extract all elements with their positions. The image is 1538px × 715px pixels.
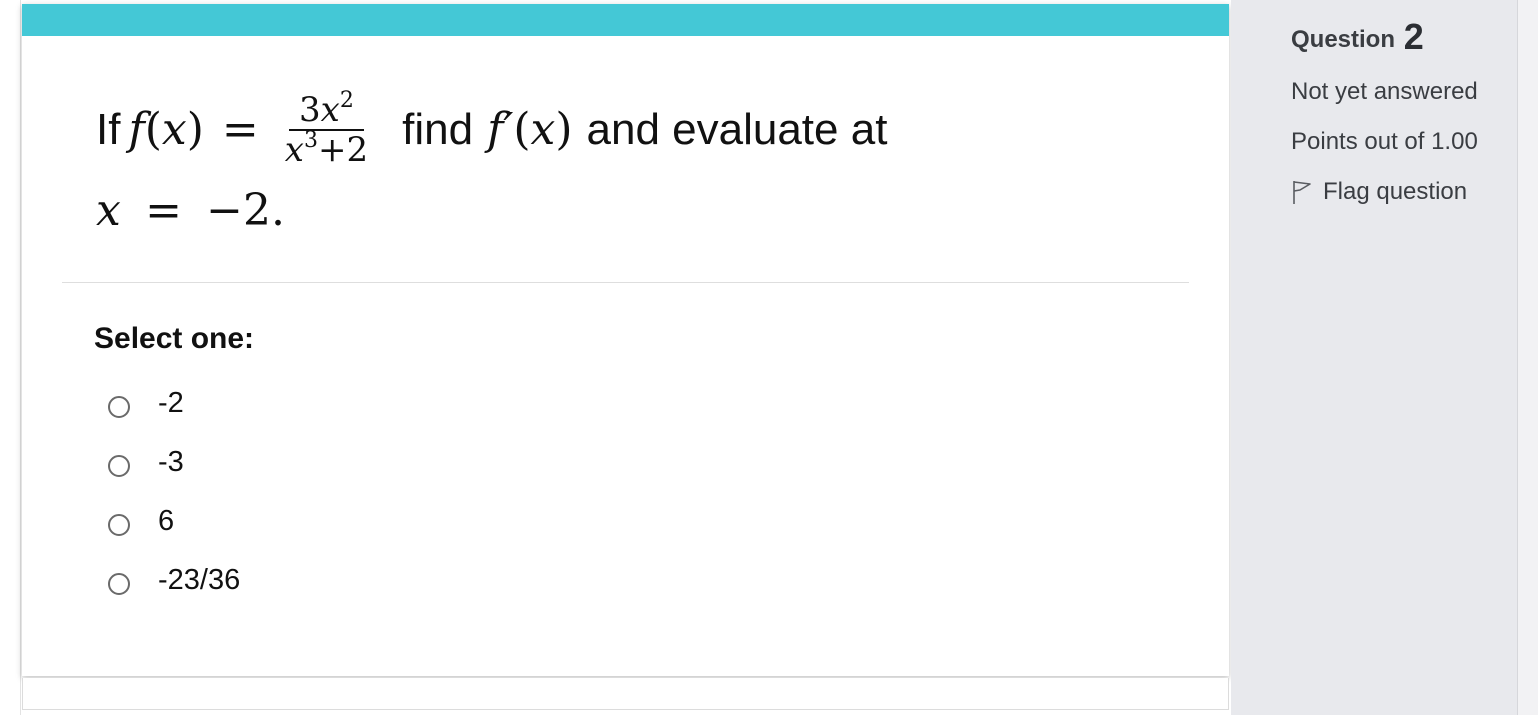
answer-option[interactable]: 6 — [108, 492, 240, 551]
question-heading: Question 2 — [1291, 16, 1478, 58]
radio-button[interactable] — [108, 572, 130, 595]
radio-button[interactable] — [108, 454, 130, 477]
answer-option[interactable]: -2 — [108, 374, 240, 433]
numerator-exp: 2 — [339, 88, 354, 113]
question-points: Points out of 1.00 — [1291, 128, 1478, 155]
option-label[interactable]: -3 — [158, 446, 184, 479]
question-text: If f(x) = 3x2 x3+2 find f′(x) and evalua… — [96, 90, 1096, 238]
question-end-text: and evaluate at — [586, 105, 888, 154]
fraction-numerator: 3x2 — [289, 90, 364, 131]
deriv-open-paren: ( — [513, 104, 531, 155]
radio-button[interactable] — [108, 513, 130, 536]
flag-question-label[interactable]: Flag question — [1323, 178, 1467, 206]
flag-question-button[interactable]: Flag question — [1291, 178, 1478, 206]
denominator-var: x — [284, 130, 304, 170]
question-info: Question 2 Not yet answered Points out o… — [1291, 16, 1478, 206]
question-word: Question — [1291, 26, 1396, 53]
answer-prompt: Select one: — [94, 322, 255, 355]
eval-var: x — [96, 185, 121, 236]
fraction: 3x2 x3+2 — [279, 90, 374, 170]
question-mid-text: find — [402, 105, 474, 154]
open-paren: ( — [144, 104, 162, 155]
equals-sign: = — [221, 104, 259, 155]
option-label[interactable]: -2 — [158, 387, 184, 420]
question-line-2: x = −2. — [96, 184, 1096, 238]
fraction-denominator: x3+2 — [279, 128, 374, 170]
derivative-name: f′ — [487, 104, 514, 155]
option-label[interactable]: 6 — [158, 505, 174, 538]
question-card: If f(x) = 3x2 x3+2 find f′(x) and evalua… — [22, 4, 1229, 676]
derivative-var: x — [530, 104, 556, 155]
eval-equals: = — [145, 185, 182, 236]
denominator-exp: 3 — [303, 128, 318, 153]
answer-option[interactable]: -3 — [108, 433, 240, 492]
answer-options: -2 -3 6 -23/36 — [108, 374, 240, 610]
next-card-edge — [22, 678, 1229, 710]
flag-icon[interactable] — [1291, 179, 1313, 205]
question-accent-bar — [22, 4, 1229, 36]
numerator-var: x — [320, 90, 340, 130]
option-label[interactable]: -23/36 — [158, 564, 240, 597]
answer-status: Not yet answered — [1291, 78, 1478, 105]
answer-option[interactable]: -23/36 — [108, 551, 240, 610]
sidebar-scroll-edge — [1517, 0, 1538, 715]
question-lead: If — [96, 105, 121, 154]
eval-value: −2. — [206, 185, 286, 236]
denominator-rest: +2 — [317, 130, 369, 170]
function-name: f — [128, 104, 145, 155]
question-number: 2 — [1403, 16, 1424, 57]
question-divider — [62, 282, 1189, 283]
radio-button[interactable] — [108, 395, 130, 418]
page-left-border — [20, 0, 21, 715]
close-paren: ) — [186, 104, 204, 155]
question-line-1: If f(x) = 3x2 x3+2 find f′(x) and evalua… — [96, 90, 1096, 170]
numerator-coef: 3 — [299, 90, 321, 130]
function-var: x — [161, 104, 187, 155]
deriv-close-paren: ) — [555, 104, 573, 155]
question-info-panel: Question 2 Not yet answered Points out o… — [1231, 0, 1517, 715]
